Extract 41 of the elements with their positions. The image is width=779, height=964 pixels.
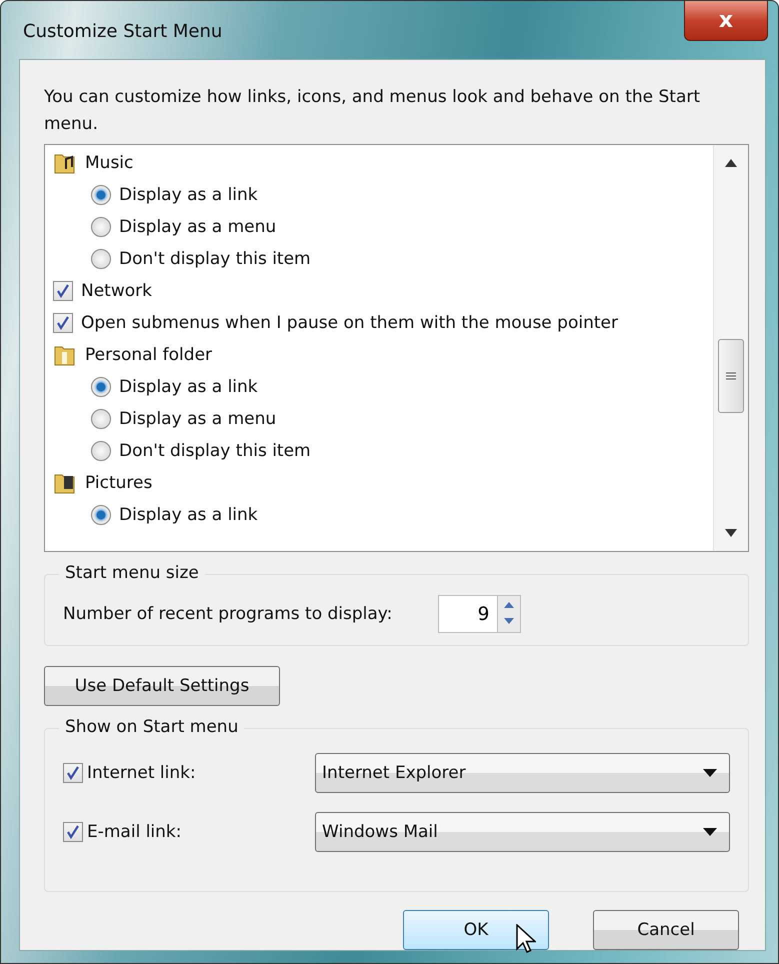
- cancel-button[interactable]: Cancel: [593, 910, 739, 950]
- radio-button[interactable]: [91, 505, 111, 525]
- category-label: Personal folder: [85, 345, 212, 365]
- checkbox[interactable]: [63, 822, 83, 842]
- option-label[interactable]: Don't display this item: [119, 441, 311, 461]
- radio-button[interactable]: [91, 441, 111, 461]
- instruction-text: You can customize how links, icons, and menus look and behave on the Start menu.: [44, 86, 702, 136]
- radio-button[interactable]: [91, 409, 111, 429]
- scroll-up-icon[interactable]: [725, 159, 737, 167]
- option-label[interactable]: Network: [81, 281, 152, 301]
- window-title: Customize Start Menu: [23, 21, 222, 42]
- checkbox[interactable]: [63, 762, 83, 782]
- radio-button[interactable]: [91, 185, 111, 205]
- option-label[interactable]: Open submenus when I pause on them with the mouse pointer: [81, 313, 618, 333]
- option-label[interactable]: Display as a link: [119, 505, 258, 525]
- number-spinner[interactable]: 9: [438, 595, 522, 633]
- scroll-down-icon[interactable]: [725, 529, 737, 537]
- category-label: Music: [85, 153, 134, 173]
- checkbox[interactable]: [53, 313, 73, 333]
- category-label: Pictures: [85, 473, 152, 493]
- checkbox[interactable]: [53, 281, 73, 301]
- radio-button[interactable]: [91, 377, 111, 397]
- option-label[interactable]: Don't display this item: [119, 249, 311, 269]
- dropdown-arrow-icon: [703, 768, 717, 776]
- scrollbar-thumb[interactable]: [718, 339, 744, 413]
- default-settings-button[interactable]: Use Default Settings: [44, 666, 280, 706]
- option-label[interactable]: E-mail link:: [87, 822, 182, 842]
- ok-button[interactable]: OK: [403, 910, 549, 950]
- dropdown[interactable]: Windows Mail: [315, 812, 730, 852]
- option-label[interactable]: Display as a menu: [119, 217, 276, 237]
- mouse-cursor-icon: [516, 924, 536, 954]
- dropdown-arrow-icon: [703, 828, 717, 836]
- option-label[interactable]: Display as a menu: [119, 409, 276, 429]
- field-label: Number of recent programs to display:: [63, 604, 392, 624]
- option-label[interactable]: Display as a link: [119, 185, 258, 205]
- option-label[interactable]: Display as a link: [119, 377, 258, 397]
- dropdown[interactable]: Internet Explorer: [315, 752, 730, 792]
- close-button[interactable]: x: [684, 1, 768, 41]
- radio-button[interactable]: [91, 249, 111, 269]
- option-label[interactable]: Internet link:: [87, 762, 196, 782]
- radio-button[interactable]: [91, 217, 111, 237]
